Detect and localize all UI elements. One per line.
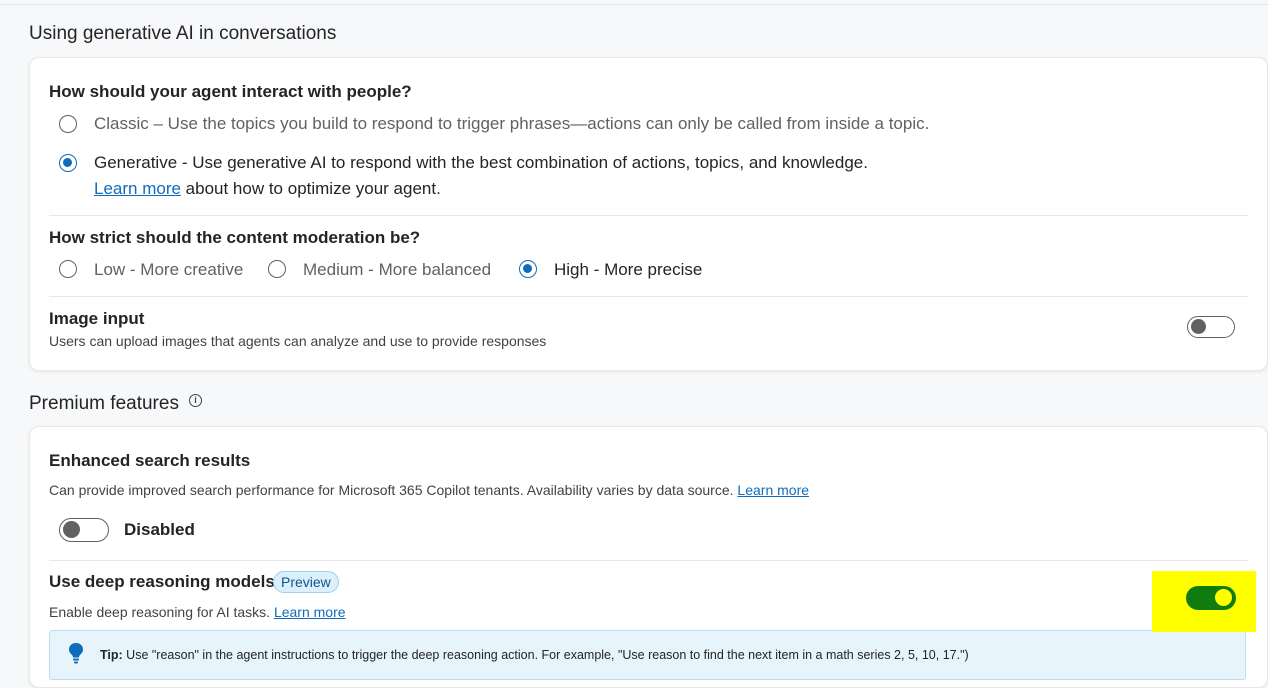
toggle-knob (1215, 589, 1232, 606)
image-input-toggle[interactable] (1187, 316, 1235, 338)
generative-label: Generative - Use generative AI to respon… (94, 153, 868, 172)
divider (49, 215, 1248, 216)
radio-moderation-low[interactable] (59, 260, 77, 278)
image-input-description: Users can upload images that agents can … (49, 333, 547, 349)
generative-learn-more-line: Learn more about how to optimize your ag… (94, 179, 441, 199)
tip-banner: Tip: Use "reason" in the agent instructi… (49, 630, 1246, 680)
image-input-title: Image input (49, 309, 145, 328)
radio-moderation-high[interactable] (519, 260, 537, 278)
enhanced-search-description: Can provide improved search performance … (49, 482, 734, 498)
premium-features-card: Enhanced search results Can provide impr… (29, 426, 1268, 688)
tip-text: Use "reason" in the agent instructions t… (122, 648, 969, 662)
preview-badge: Preview (273, 571, 339, 593)
deep-reasoning-toggle[interactable] (1186, 586, 1236, 610)
interaction-question: How should your agent interact with peop… (49, 82, 412, 101)
moderation-low-label: Low - More creative (94, 260, 244, 279)
toggle-knob (63, 521, 80, 538)
enhanced-search-toggle[interactable] (59, 518, 109, 542)
classic-label: Classic – Use the topics you build to re… (94, 114, 930, 133)
info-icon[interactable]: i (189, 394, 202, 407)
generative-learn-more-suffix: about how to optimize your agent. (180, 179, 441, 198)
enhanced-search-toggle-label: Disabled (124, 520, 195, 539)
generative-learn-more-link[interactable]: Learn more (94, 179, 181, 198)
divider (49, 560, 1248, 561)
top-divider (0, 4, 1268, 5)
generative-ai-card: How should your agent interact with peop… (29, 57, 1268, 371)
radio-classic[interactable] (59, 115, 77, 133)
tip-text-line: Tip: Use "reason" in the agent instructi… (100, 648, 969, 662)
deep-reasoning-description-line: Enable deep reasoning for AI tasks. Lear… (49, 604, 346, 620)
toggle-knob (1191, 319, 1206, 334)
lightbulb-icon (69, 643, 83, 664)
divider (49, 296, 1248, 297)
section-title-generative-ai: Using generative AI in conversations (29, 23, 337, 44)
section-title-premium-features: Premium features (29, 393, 179, 415)
enhanced-search-description-line: Can provide improved search performance … (49, 482, 809, 498)
deep-reasoning-description: Enable deep reasoning for AI tasks. (49, 604, 271, 620)
deep-reasoning-learn-more-link[interactable]: Learn more (274, 604, 346, 620)
moderation-high-label: High - More precise (554, 260, 703, 279)
enhanced-search-title: Enhanced search results (49, 451, 251, 470)
moderation-medium-label: Medium - More balanced (303, 260, 492, 279)
tip-label: Tip: (100, 648, 123, 662)
radio-generative[interactable] (59, 154, 77, 172)
radio-moderation-medium[interactable] (268, 260, 286, 278)
moderation-question: How strict should the content moderation… (49, 228, 421, 247)
deep-reasoning-title: Use deep reasoning models (49, 572, 275, 591)
premium-features-title: Premium features (29, 393, 179, 414)
enhanced-search-learn-more-link[interactable]: Learn more (737, 482, 809, 498)
